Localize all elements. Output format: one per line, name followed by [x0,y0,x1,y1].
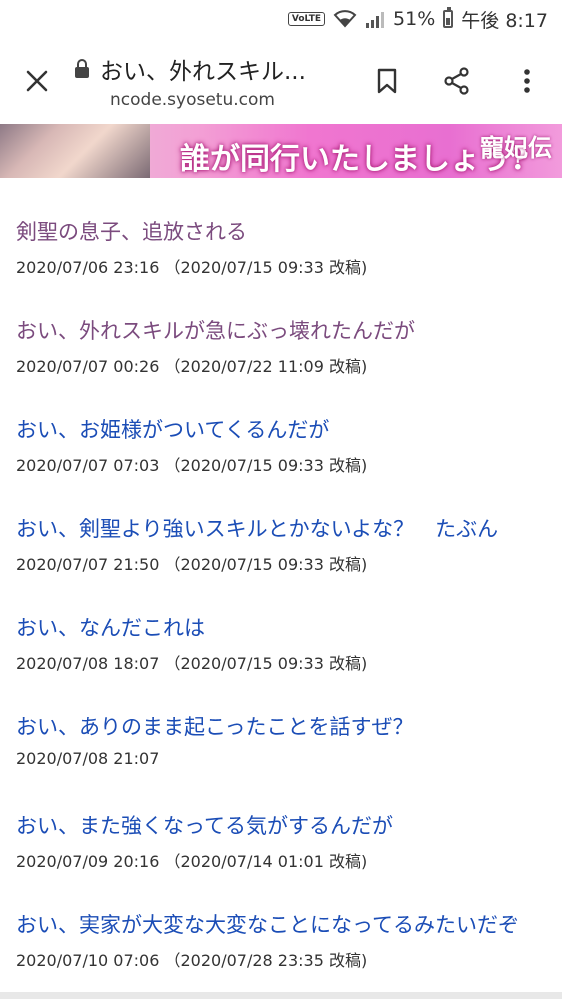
volte-indicator: VoLTE [287,12,326,26]
banner-ad[interactable]: 誰が同行いたしましょう? 寵妃伝 [0,124,562,178]
list-item: おい、お姫様がついてくるんだが 2020/07/07 07:03 （2020/0… [0,376,562,475]
chapter-link[interactable]: 剣聖の息子、追放される [16,216,247,246]
chapter-link[interactable]: おい、ありのまま起こったことを話すぜ？ [16,711,414,741]
page-url: ncode.syosetu.com [110,90,275,110]
list-item: おい、剣聖より強いスキルとかないよな？ たぶん 2020/07/07 21:50… [0,475,562,574]
chapter-date: 2020/07/06 23:16 （2020/07/15 09:33 改稿) [16,258,368,277]
share-icon [444,67,469,95]
list-item: おい、なんだこれは 2020/07/08 18:07 （2020/07/15 0… [0,574,562,673]
chapter-link[interactable]: おい、剣聖より強いスキルとかないよな？ たぶん [16,513,498,543]
banner-logo: 寵妃伝 [480,133,552,162]
signal-icon [365,10,385,28]
chapter-link[interactable]: おい、外れスキルが急にぶっ壊れたんだが [16,315,415,345]
more-options-button[interactable] [492,38,562,124]
list-item: おい、また強くなってる気がするんだが 2020/07/09 20:16 （202… [0,772,562,871]
chapter-date: 2020/07/08 21:07 [16,749,160,768]
chapter-date: 2020/07/07 07:03 （2020/07/15 09:33 改稿) [16,456,368,475]
list-item: おい、実家が大変な大変なことになってるみたいだぞ 2020/07/10 07:0… [0,871,562,970]
status-bar: VoLTE 51% 午後 8:17 [0,0,562,38]
banner-illustration [0,124,150,178]
battery-percent: 51% [393,8,436,30]
lock-icon [75,59,89,78]
chapter-link[interactable]: おい、なんだこれは [16,612,205,642]
bookmark-button[interactable] [352,38,422,124]
chapter-link[interactable]: おい、実家が大変な大変なことになってるみたいだぞ [16,909,519,939]
more-vert-icon [524,69,530,93]
chapter-date: 2020/07/07 21:50 （2020/07/15 09:33 改稿) [16,555,368,574]
page-title: おい、外れスキル... [100,59,306,85]
battery-icon [443,7,454,28]
close-icon [26,70,48,92]
banner-text: 誰が同行いたしましょう? [180,142,528,177]
close-button[interactable] [0,38,74,124]
chapter-link[interactable]: おい、また強くなってる気がするんだが [16,810,393,840]
list-item: おい、ありのまま起こったことを話すぜ？ 2020/07/08 21:07 [0,673,562,772]
chapter-link[interactable]: おい、お姫様がついてくるんだが [16,414,329,444]
bottom-divider [0,992,562,999]
clock: 午後 8:17 [461,9,548,32]
list-item: 剣聖の息子、追放される 2020/07/06 23:16 （2020/07/15… [0,178,562,277]
chapter-date: 2020/07/10 07:06 （2020/07/28 23:35 改稿) [16,951,368,970]
page-title-area[interactable]: おい、外れスキル... ncode.syosetu.com [74,52,352,110]
bookmark-icon [377,68,397,94]
browser-toolbar: おい、外れスキル... ncode.syosetu.com [0,38,562,124]
chapter-date: 2020/07/09 20:16 （2020/07/14 01:01 改稿) [16,852,368,871]
chapter-date: 2020/07/07 00:26 （2020/07/22 11:09 改稿) [16,357,368,376]
chapter-date: 2020/07/08 18:07 （2020/07/15 09:33 改稿) [16,654,368,673]
wifi-icon [333,10,357,28]
share-button[interactable] [422,38,492,124]
list-item: おい、外れスキルが急にぶっ壊れたんだが 2020/07/07 00:26 （20… [0,277,562,376]
chapter-list: 剣聖の息子、追放される 2020/07/06 23:16 （2020/07/15… [0,178,562,970]
